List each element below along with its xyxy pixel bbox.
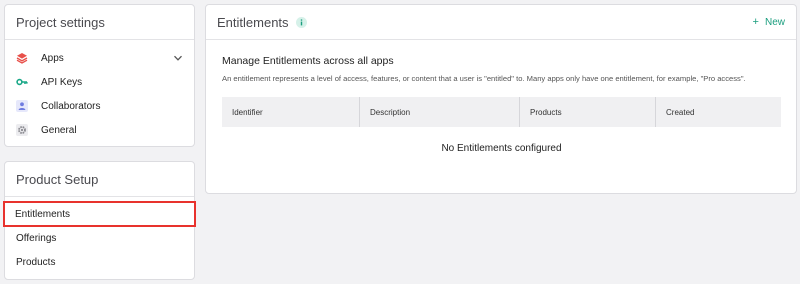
project-settings-nav: Apps API Keys Collaborators General	[5, 40, 194, 142]
info-icon[interactable]	[295, 16, 307, 28]
entitlements-body: Manage Entitlements across all apps An e…	[206, 40, 796, 154]
product-setup-nav: Entitlements Offerings Products	[3, 197, 196, 274]
stack-icon	[16, 52, 28, 64]
column-header-identifier[interactable]: Identifier	[222, 97, 360, 127]
sidebar-item-products[interactable]: Products	[5, 250, 194, 274]
gear-icon	[16, 124, 28, 136]
section-heading: Manage Entitlements across all apps	[222, 55, 394, 67]
sidebar-item-label: General	[41, 124, 77, 136]
sidebar-item-collaborators[interactable]: Collaborators	[5, 94, 194, 118]
project-settings-panel: Project settings Apps API Keys Collabora…	[4, 4, 195, 147]
sidebar-item-offerings[interactable]: Offerings	[5, 226, 194, 250]
person-icon	[16, 100, 28, 112]
sidebar-item-label: Collaborators	[41, 100, 101, 112]
column-header-products[interactable]: Products	[520, 97, 656, 127]
sidebar-item-general[interactable]: General	[5, 118, 194, 142]
chevron-down-icon[interactable]	[173, 53, 183, 63]
sidebar-item-label: API Keys	[41, 76, 83, 88]
column-header-created[interactable]: Created	[656, 97, 781, 127]
new-button-label: New	[764, 16, 785, 28]
entitlements-panel: Entitlements + New Manage Entitlements a…	[205, 4, 797, 194]
section-description: An entitlement represents a level of acc…	[222, 74, 746, 83]
product-setup-title: Product Setup	[5, 162, 194, 197]
entitlements-header: Entitlements + New	[206, 5, 796, 40]
plus-icon: +	[752, 16, 759, 28]
page-title: Entitlements	[217, 14, 289, 30]
sidebar-item-api-keys[interactable]: API Keys	[5, 70, 194, 94]
sidebar-item-label: Apps	[41, 52, 64, 64]
key-icon	[16, 76, 28, 88]
column-header-description[interactable]: Description	[360, 97, 520, 127]
table-header: Identifier Description Products Created	[222, 97, 781, 127]
sidebar-item-apps[interactable]: Apps	[5, 46, 194, 70]
empty-state-message: No Entitlements configured	[441, 143, 562, 154]
project-settings-title: Project settings	[5, 5, 194, 40]
sidebar-item-entitlements[interactable]: Entitlements	[3, 201, 196, 227]
product-setup-panel: Product Setup Entitlements Offerings Pro…	[3, 161, 196, 280]
new-entitlement-button[interactable]: + New	[753, 16, 785, 28]
